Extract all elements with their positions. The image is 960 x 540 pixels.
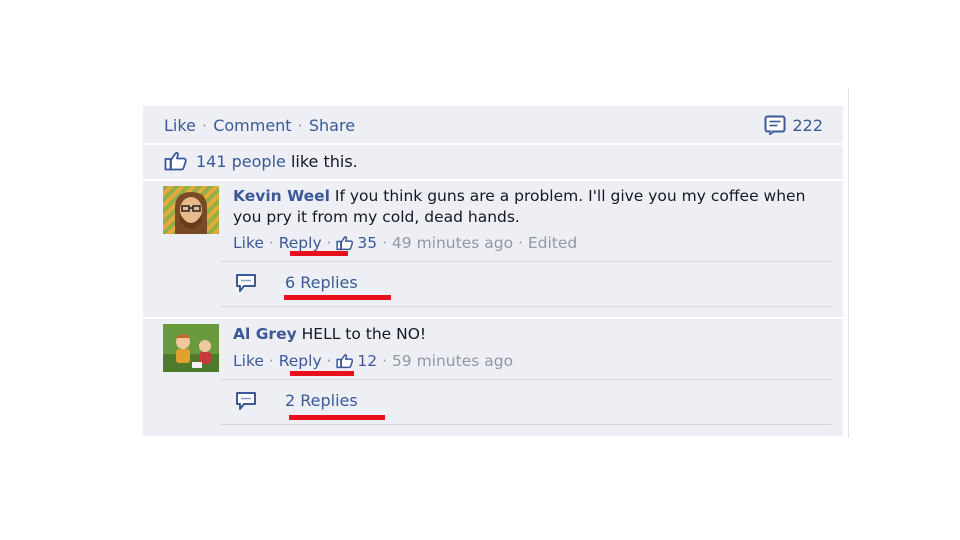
- separator: ·: [202, 116, 208, 135]
- separator: ·: [263, 352, 279, 370]
- replies-count-link[interactable]: 6 Replies: [285, 272, 358, 294]
- page-edge-line: [848, 88, 849, 438]
- comment-item: Al Grey HELL to the NO! Like · Reply · 1…: [163, 324, 833, 434]
- comment-reply-link[interactable]: Reply: [279, 234, 322, 252]
- comment-actions: Like · Reply · 35 · 49 minutes ago · Edi…: [233, 232, 577, 254]
- likes-summary: 141 people like this.: [164, 150, 358, 174]
- separator: ·: [513, 234, 528, 252]
- avatar[interactable]: [163, 186, 219, 234]
- highlight-underline: [289, 415, 385, 420]
- separator: ·: [377, 352, 392, 370]
- highlight-underline: [284, 295, 391, 300]
- reply-bubble-icon: [236, 274, 256, 292]
- highlight-underline: [290, 371, 354, 376]
- comment-link[interactable]: Comment: [213, 116, 291, 135]
- comment-count-icon: [764, 115, 786, 137]
- comment-actions: Like · Reply · 12 · 59 minutes ago: [233, 350, 513, 372]
- thumbs-up-icon: [336, 236, 354, 251]
- separator: ·: [297, 116, 303, 135]
- comment-reply-link[interactable]: Reply: [279, 352, 322, 370]
- comment-like-link[interactable]: Like: [233, 234, 264, 252]
- comment-like-count[interactable]: 12: [357, 352, 377, 370]
- comment-like-link[interactable]: Like: [233, 352, 264, 370]
- likes-suffix: like this.: [285, 152, 358, 171]
- comment-author-link[interactable]: Kevin Weel: [233, 187, 330, 205]
- comments-panel: Like · Comment · Share 222 141 people li…: [143, 106, 843, 436]
- separator: ·: [377, 234, 392, 252]
- comment-text: Al Grey HELL to the NO!: [233, 324, 823, 345]
- comment-item: Kevin Weel If you think guns are a probl…: [163, 186, 833, 307]
- comment-text: Kevin Weel If you think guns are a probl…: [233, 186, 823, 228]
- separator: ·: [263, 234, 279, 252]
- likes-count-link[interactable]: 141 people: [196, 152, 286, 171]
- thumbs-up-icon: [164, 151, 187, 171]
- divider: [143, 143, 843, 145]
- reply-bubble-icon: [236, 392, 256, 410]
- thumbs-up-icon: [336, 354, 354, 369]
- highlight-underline: [290, 251, 348, 256]
- share-link[interactable]: Share: [309, 116, 355, 135]
- comment-count[interactable]: 222: [764, 114, 823, 138]
- comment-author-link[interactable]: Al Grey: [233, 325, 297, 343]
- divider: [143, 179, 843, 181]
- edited-label[interactable]: Edited: [528, 234, 577, 252]
- separator: ·: [321, 234, 337, 252]
- comment-like-count[interactable]: 35: [357, 234, 377, 252]
- comment-timestamp[interactable]: 59 minutes ago: [392, 352, 513, 370]
- comment-body: HELL to the NO!: [296, 325, 427, 343]
- avatar[interactable]: [163, 324, 219, 372]
- post-actions-bar: Like · Comment · Share: [164, 114, 355, 138]
- like-link[interactable]: Like: [164, 116, 196, 135]
- divider: [143, 317, 843, 319]
- replies-count-link[interactable]: 2 Replies: [285, 390, 358, 412]
- replies-toggle[interactable]: 6 Replies: [221, 261, 831, 307]
- separator: ·: [321, 352, 337, 370]
- comment-timestamp[interactable]: 49 minutes ago: [392, 234, 513, 252]
- comment-count-value: 222: [792, 116, 823, 135]
